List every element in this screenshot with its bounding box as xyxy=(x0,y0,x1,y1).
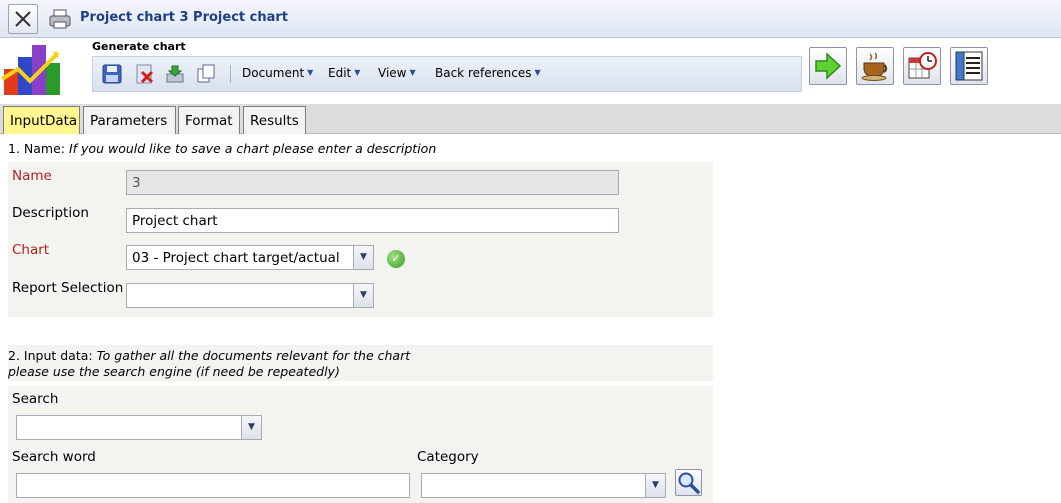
section2-heading-panel: 2. Input data: To gather all the documen… xyxy=(8,345,713,381)
name-field: 3 xyxy=(126,170,619,195)
section2-panel: Search ▼ Search word Category ▼ xyxy=(8,386,713,503)
chevron-down-icon: ▼ xyxy=(307,68,314,77)
report-button[interactable] xyxy=(950,47,988,85)
save-icon xyxy=(102,64,122,84)
menu-view[interactable]: View ▼ xyxy=(378,66,416,80)
description-label: Description xyxy=(12,205,89,221)
menu-document-label: Document xyxy=(242,66,305,80)
window-title: Project chart 3 Project chart xyxy=(80,10,288,25)
tab-results[interactable]: Results xyxy=(243,106,306,134)
chart-app-logo xyxy=(0,39,90,99)
title-bar: Project chart 3 Project chart xyxy=(0,0,1061,38)
section2-heading-line1: 2. Input data: To gather all the documen… xyxy=(8,348,410,363)
section1-prefix: 1. Name: xyxy=(8,141,69,156)
close-button[interactable] xyxy=(8,4,38,34)
menu-document[interactable]: Document ▼ xyxy=(242,66,313,80)
copy-button[interactable] xyxy=(196,64,216,84)
coffee-button[interactable] xyxy=(856,47,894,85)
menu-view-label: View xyxy=(378,66,407,80)
magnifier-icon xyxy=(678,472,700,494)
chevron-down-icon[interactable]: ▼ xyxy=(645,474,665,497)
section-label: Generate chart xyxy=(92,40,186,53)
menu-edit[interactable]: Edit ▼ xyxy=(328,66,360,80)
description-field[interactable]: Project chart xyxy=(126,208,619,233)
bar-chart-logo-icon xyxy=(0,45,60,95)
run-arrow-icon xyxy=(815,52,842,80)
chevron-down-icon: ▼ xyxy=(354,68,361,77)
menu-back-references-label: Back references xyxy=(435,66,532,80)
tab-format[interactable]: Format xyxy=(178,106,240,134)
tab-parameters[interactable]: Parameters xyxy=(83,106,176,134)
toolbar-separator xyxy=(230,65,231,83)
chart-label: Chart xyxy=(12,242,50,258)
delete-icon xyxy=(136,64,154,84)
import-button[interactable] xyxy=(165,64,185,84)
toolbar: Document ▼ Edit ▼ View ▼ Back references ▼ xyxy=(92,56,802,92)
search-select[interactable]: ▼ xyxy=(16,415,262,440)
category-select[interactable]: ▼ xyxy=(421,473,666,498)
print-button[interactable] xyxy=(46,4,76,34)
menu-back-references[interactable]: Back references ▼ xyxy=(435,66,541,80)
run-button[interactable] xyxy=(809,47,847,85)
check-icon: ✓ xyxy=(387,250,405,268)
schedule-button[interactable] xyxy=(903,47,941,85)
chevron-down-icon[interactable]: ▼ xyxy=(353,246,373,269)
chevron-down-icon: ▼ xyxy=(534,68,541,77)
chevron-down-icon[interactable]: ▼ xyxy=(241,416,261,439)
menu-edit-label: Edit xyxy=(328,66,352,80)
chart-select-value: 03 - Project chart target/actual xyxy=(132,250,340,266)
close-icon xyxy=(15,11,31,27)
section1-heading: 1. Name: If you would like to save a cha… xyxy=(8,141,436,156)
import-icon xyxy=(166,65,184,83)
section1-panel: Name 3 Description Project chart Chart 0… xyxy=(8,162,713,317)
print-icon xyxy=(49,9,71,29)
section2-prefix: 2. Input data: xyxy=(8,348,97,363)
tab-strip: InputData Parameters Format Results xyxy=(0,104,1061,134)
section2-hint-line1: To gather all the documents relevant for… xyxy=(96,348,411,363)
save-button[interactable] xyxy=(102,64,122,84)
name-label: Name xyxy=(12,168,52,184)
calendar-clock-icon xyxy=(908,52,937,79)
chevron-down-icon[interactable]: ▼ xyxy=(353,284,373,307)
delete-button[interactable] xyxy=(135,64,155,84)
chart-select[interactable]: 03 - Project chart target/actual ▼ xyxy=(126,245,374,270)
coffee-cup-icon xyxy=(861,52,888,81)
section1-hint: If you would like to save a chart please… xyxy=(68,141,437,156)
chevron-down-icon: ▼ xyxy=(409,68,416,77)
search-word-input[interactable] xyxy=(16,473,410,498)
category-label: Category xyxy=(417,449,479,465)
search-word-label: Search word xyxy=(12,449,96,465)
tab-inputdata[interactable]: InputData xyxy=(3,106,80,134)
section2-heading-line2: please use the search engine (if need be… xyxy=(8,364,340,379)
search-label: Search xyxy=(12,391,59,407)
section2-hint-line2: please use the search engine (if need be… xyxy=(8,364,340,379)
copy-icon xyxy=(197,64,215,83)
report-selection-label: Report Selection xyxy=(12,280,124,296)
report-selection-select[interactable]: ▼ xyxy=(126,283,374,308)
search-button[interactable] xyxy=(675,469,702,496)
report-list-icon xyxy=(955,51,983,81)
